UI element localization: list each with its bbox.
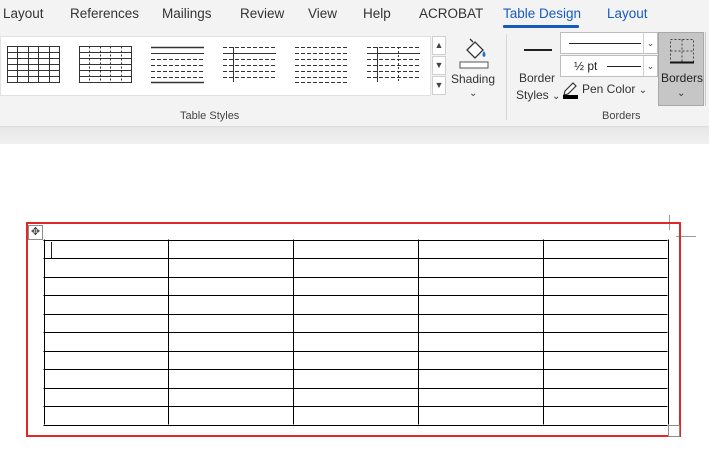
table-move-handle[interactable]: ✥ <box>28 225 43 240</box>
move-arrows-icon: ✥ <box>30 226 41 238</box>
table-selection-highlight <box>26 222 681 437</box>
table-resize-handle[interactable] <box>668 425 680 437</box>
text-cursor <box>51 242 52 258</box>
